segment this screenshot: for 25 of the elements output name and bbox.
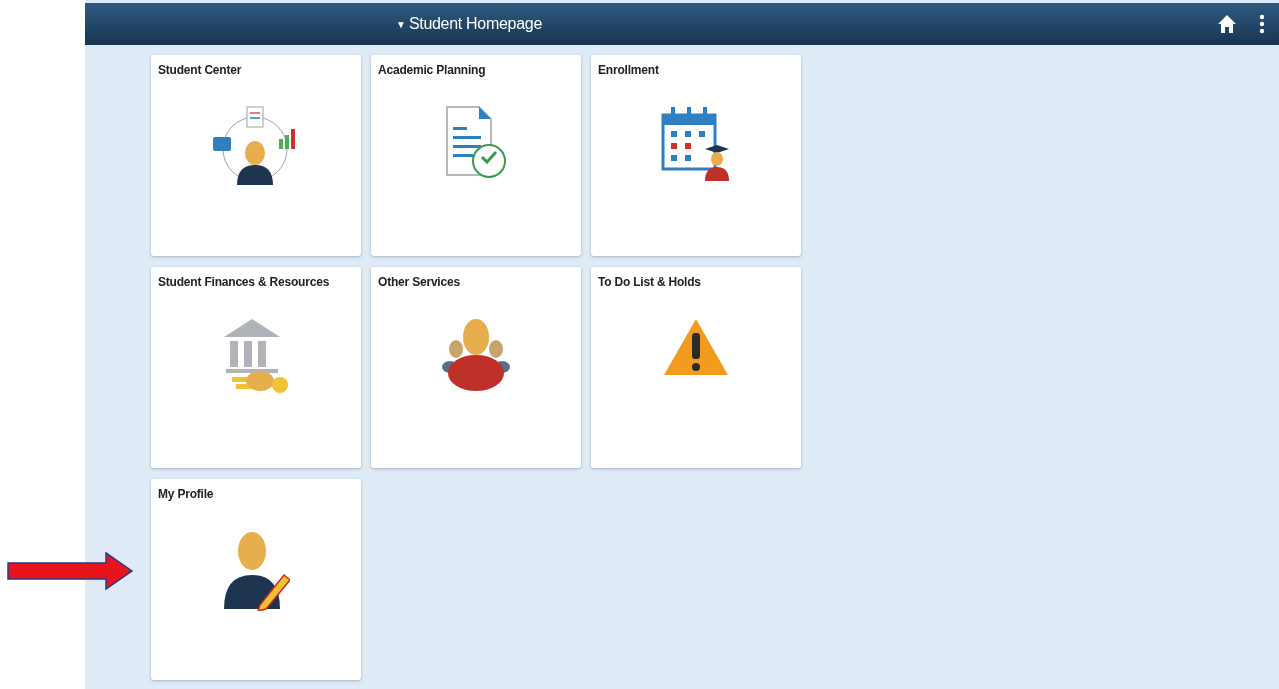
tile-label: To Do List & Holds xyxy=(598,275,701,289)
home-icon[interactable] xyxy=(1217,14,1237,34)
tile-label: Other Services xyxy=(378,275,460,289)
document-check-icon xyxy=(445,105,507,181)
warning-icon xyxy=(662,317,730,377)
calendar-icon xyxy=(661,105,731,181)
tile[interactable]: Other Services xyxy=(371,267,581,468)
tile[interactable]: Enrollment xyxy=(591,55,801,256)
people-icon xyxy=(442,317,510,393)
tile-label: Academic Planning xyxy=(378,63,486,77)
profile-edit-icon xyxy=(222,529,290,611)
page-title[interactable]: Student Homepage xyxy=(408,15,542,33)
tile-label: My Profile xyxy=(158,487,214,501)
arrow-icon xyxy=(6,551,134,591)
caret-icon[interactable]: ▼ xyxy=(396,18,406,30)
tile[interactable]: Student Finances & Resources xyxy=(151,267,361,468)
tile-label: Enrollment xyxy=(598,63,659,77)
tile[interactable]: My Profile xyxy=(151,479,361,680)
tile-label: Student Center xyxy=(158,63,242,77)
tile[interactable]: Student Center xyxy=(151,55,361,256)
tile[interactable]: To Do List & Holds xyxy=(591,267,801,468)
tile[interactable]: Academic Planning xyxy=(371,55,581,256)
bank-icon xyxy=(222,317,290,395)
menu-icon[interactable] xyxy=(1259,14,1265,34)
tile-label: Student Finances & Resources xyxy=(158,275,330,289)
